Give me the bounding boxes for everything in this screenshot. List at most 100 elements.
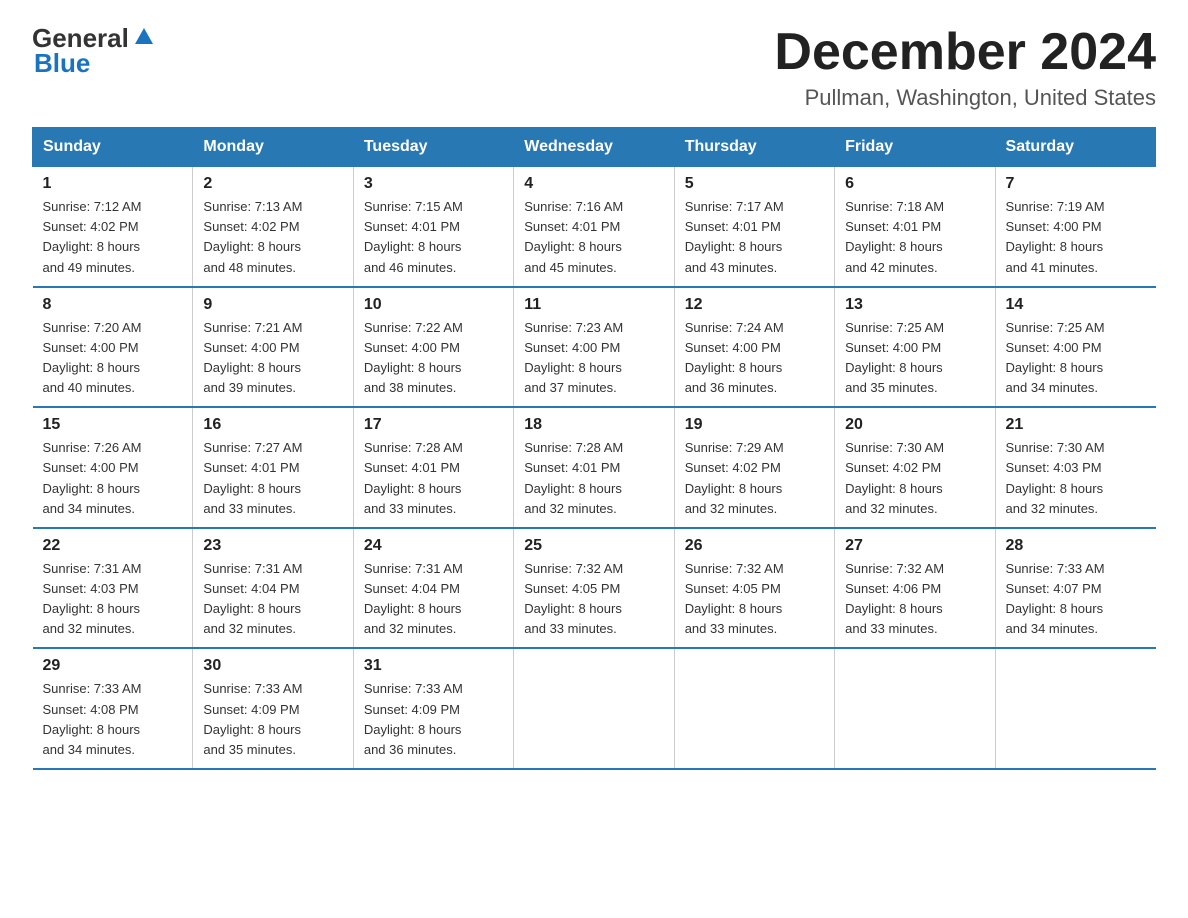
- day-number: 21: [1006, 416, 1146, 434]
- day-number: 18: [524, 416, 663, 434]
- calendar-cell: 16 Sunrise: 7:27 AM Sunset: 4:01 PM Dayl…: [193, 407, 353, 528]
- day-info: Sunrise: 7:27 AM Sunset: 4:01 PM Dayligh…: [203, 438, 342, 519]
- day-number: 11: [524, 296, 663, 314]
- calendar-header-row: SundayMondayTuesdayWednesdayThursdayFrid…: [33, 128, 1156, 167]
- day-number: 16: [203, 416, 342, 434]
- header-thursday: Thursday: [674, 128, 834, 167]
- day-info: Sunrise: 7:31 AM Sunset: 4:03 PM Dayligh…: [43, 559, 183, 640]
- calendar-cell: 24 Sunrise: 7:31 AM Sunset: 4:04 PM Dayl…: [353, 528, 513, 649]
- title-section: December 2024 Pullman, Washington, Unite…: [774, 24, 1156, 111]
- day-info: Sunrise: 7:25 AM Sunset: 4:00 PM Dayligh…: [1006, 318, 1146, 399]
- calendar-cell: [514, 648, 674, 769]
- calendar-cell: 27 Sunrise: 7:32 AM Sunset: 4:06 PM Dayl…: [835, 528, 995, 649]
- day-number: 9: [203, 296, 342, 314]
- day-info: Sunrise: 7:30 AM Sunset: 4:03 PM Dayligh…: [1006, 438, 1146, 519]
- calendar-cell: 13 Sunrise: 7:25 AM Sunset: 4:00 PM Dayl…: [835, 287, 995, 408]
- day-number: 30: [203, 657, 342, 675]
- day-number: 1: [43, 175, 183, 193]
- day-number: 4: [524, 175, 663, 193]
- day-info: Sunrise: 7:21 AM Sunset: 4:00 PM Dayligh…: [203, 318, 342, 399]
- day-number: 14: [1006, 296, 1146, 314]
- calendar-cell: 17 Sunrise: 7:28 AM Sunset: 4:01 PM Dayl…: [353, 407, 513, 528]
- calendar-cell: 5 Sunrise: 7:17 AM Sunset: 4:01 PM Dayli…: [674, 167, 834, 287]
- calendar-cell: 7 Sunrise: 7:19 AM Sunset: 4:00 PM Dayli…: [995, 167, 1155, 287]
- calendar-cell: 11 Sunrise: 7:23 AM Sunset: 4:00 PM Dayl…: [514, 287, 674, 408]
- day-info: Sunrise: 7:30 AM Sunset: 4:02 PM Dayligh…: [845, 438, 984, 519]
- day-number: 6: [845, 175, 984, 193]
- subtitle: Pullman, Washington, United States: [774, 85, 1156, 111]
- calendar-week-row: 29 Sunrise: 7:33 AM Sunset: 4:08 PM Dayl…: [33, 648, 1156, 769]
- calendar-cell: 4 Sunrise: 7:16 AM Sunset: 4:01 PM Dayli…: [514, 167, 674, 287]
- header-friday: Friday: [835, 128, 995, 167]
- header-tuesday: Tuesday: [353, 128, 513, 167]
- day-info: Sunrise: 7:31 AM Sunset: 4:04 PM Dayligh…: [203, 559, 342, 640]
- day-number: 29: [43, 657, 183, 675]
- logo-triangle-icon: [133, 26, 155, 48]
- day-info: Sunrise: 7:29 AM Sunset: 4:02 PM Dayligh…: [685, 438, 824, 519]
- calendar-cell: 28 Sunrise: 7:33 AM Sunset: 4:07 PM Dayl…: [995, 528, 1155, 649]
- day-number: 17: [364, 416, 503, 434]
- header-saturday: Saturday: [995, 128, 1155, 167]
- header-sunday: Sunday: [33, 128, 193, 167]
- calendar-cell: 6 Sunrise: 7:18 AM Sunset: 4:01 PM Dayli…: [835, 167, 995, 287]
- day-number: 15: [43, 416, 183, 434]
- day-number: 20: [845, 416, 984, 434]
- calendar-cell: 25 Sunrise: 7:32 AM Sunset: 4:05 PM Dayl…: [514, 528, 674, 649]
- day-info: Sunrise: 7:26 AM Sunset: 4:00 PM Dayligh…: [43, 438, 183, 519]
- day-number: 26: [685, 537, 824, 555]
- calendar-cell: 3 Sunrise: 7:15 AM Sunset: 4:01 PM Dayli…: [353, 167, 513, 287]
- calendar-cell: 10 Sunrise: 7:22 AM Sunset: 4:00 PM Dayl…: [353, 287, 513, 408]
- logo: General Blue: [32, 24, 155, 77]
- calendar-cell: 26 Sunrise: 7:32 AM Sunset: 4:05 PM Dayl…: [674, 528, 834, 649]
- calendar-cell: 8 Sunrise: 7:20 AM Sunset: 4:00 PM Dayli…: [33, 287, 193, 408]
- calendar-cell: 19 Sunrise: 7:29 AM Sunset: 4:02 PM Dayl…: [674, 407, 834, 528]
- calendar-week-row: 1 Sunrise: 7:12 AM Sunset: 4:02 PM Dayli…: [33, 167, 1156, 287]
- calendar-cell: 9 Sunrise: 7:21 AM Sunset: 4:00 PM Dayli…: [193, 287, 353, 408]
- day-number: 28: [1006, 537, 1146, 555]
- day-number: 23: [203, 537, 342, 555]
- day-number: 13: [845, 296, 984, 314]
- day-info: Sunrise: 7:32 AM Sunset: 4:05 PM Dayligh…: [524, 559, 663, 640]
- day-info: Sunrise: 7:12 AM Sunset: 4:02 PM Dayligh…: [43, 197, 183, 278]
- day-number: 5: [685, 175, 824, 193]
- calendar-cell: [674, 648, 834, 769]
- day-info: Sunrise: 7:17 AM Sunset: 4:01 PM Dayligh…: [685, 197, 824, 278]
- day-info: Sunrise: 7:19 AM Sunset: 4:00 PM Dayligh…: [1006, 197, 1146, 278]
- day-info: Sunrise: 7:23 AM Sunset: 4:00 PM Dayligh…: [524, 318, 663, 399]
- day-number: 31: [364, 657, 503, 675]
- calendar-cell: 21 Sunrise: 7:30 AM Sunset: 4:03 PM Dayl…: [995, 407, 1155, 528]
- calendar-cell: 18 Sunrise: 7:28 AM Sunset: 4:01 PM Dayl…: [514, 407, 674, 528]
- calendar-table: SundayMondayTuesdayWednesdayThursdayFrid…: [32, 127, 1156, 770]
- day-number: 3: [364, 175, 503, 193]
- day-info: Sunrise: 7:33 AM Sunset: 4:09 PM Dayligh…: [364, 679, 503, 760]
- calendar-cell: 22 Sunrise: 7:31 AM Sunset: 4:03 PM Dayl…: [33, 528, 193, 649]
- day-info: Sunrise: 7:33 AM Sunset: 4:07 PM Dayligh…: [1006, 559, 1146, 640]
- day-info: Sunrise: 7:28 AM Sunset: 4:01 PM Dayligh…: [364, 438, 503, 519]
- day-number: 8: [43, 296, 183, 314]
- day-number: 22: [43, 537, 183, 555]
- day-info: Sunrise: 7:33 AM Sunset: 4:09 PM Dayligh…: [203, 679, 342, 760]
- day-info: Sunrise: 7:32 AM Sunset: 4:06 PM Dayligh…: [845, 559, 984, 640]
- calendar-cell: 20 Sunrise: 7:30 AM Sunset: 4:02 PM Dayl…: [835, 407, 995, 528]
- page-header: General Blue December 2024 Pullman, Wash…: [32, 24, 1156, 111]
- day-number: 12: [685, 296, 824, 314]
- header-wednesday: Wednesday: [514, 128, 674, 167]
- day-number: 7: [1006, 175, 1146, 193]
- calendar-week-row: 8 Sunrise: 7:20 AM Sunset: 4:00 PM Dayli…: [33, 287, 1156, 408]
- header-monday: Monday: [193, 128, 353, 167]
- calendar-cell: 30 Sunrise: 7:33 AM Sunset: 4:09 PM Dayl…: [193, 648, 353, 769]
- calendar-cell: 2 Sunrise: 7:13 AM Sunset: 4:02 PM Dayli…: [193, 167, 353, 287]
- day-number: 19: [685, 416, 824, 434]
- day-number: 24: [364, 537, 503, 555]
- calendar-week-row: 15 Sunrise: 7:26 AM Sunset: 4:00 PM Dayl…: [33, 407, 1156, 528]
- calendar-cell: 15 Sunrise: 7:26 AM Sunset: 4:00 PM Dayl…: [33, 407, 193, 528]
- calendar-cell: [995, 648, 1155, 769]
- calendar-cell: 12 Sunrise: 7:24 AM Sunset: 4:00 PM Dayl…: [674, 287, 834, 408]
- calendar-week-row: 22 Sunrise: 7:31 AM Sunset: 4:03 PM Dayl…: [33, 528, 1156, 649]
- day-info: Sunrise: 7:16 AM Sunset: 4:01 PM Dayligh…: [524, 197, 663, 278]
- day-info: Sunrise: 7:25 AM Sunset: 4:00 PM Dayligh…: [845, 318, 984, 399]
- day-number: 27: [845, 537, 984, 555]
- day-number: 25: [524, 537, 663, 555]
- day-info: Sunrise: 7:28 AM Sunset: 4:01 PM Dayligh…: [524, 438, 663, 519]
- day-number: 10: [364, 296, 503, 314]
